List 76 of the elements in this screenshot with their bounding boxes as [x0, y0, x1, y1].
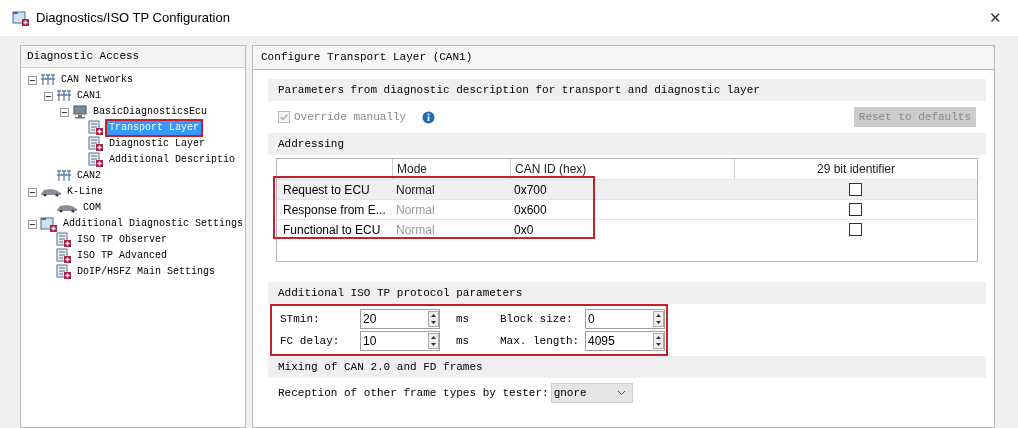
tree-item[interactable]: Diagnostic Layer	[107, 137, 207, 151]
document-icon	[56, 232, 72, 248]
network-icon	[56, 170, 72, 182]
panel-title: Configure Transport Layer (CAN1)	[253, 46, 994, 70]
computer-icon	[72, 105, 88, 119]
tree-item[interactable]: BasicDiagnosticsEcu	[91, 105, 210, 119]
spin-field[interactable]: 0	[585, 309, 665, 329]
field-label: FC delay:	[280, 333, 341, 349]
close-button[interactable]: ✕	[985, 6, 1006, 30]
spin-arrows-icon[interactable]	[653, 333, 664, 349]
tree-item[interactable]: COM	[81, 201, 103, 215]
checkbox[interactable]	[849, 203, 862, 216]
column-header: Mode	[396, 161, 429, 178]
tree-item[interactable]: DoIP/HSFZ Main Settings	[75, 265, 218, 279]
table-cell-text: 0x600	[513, 201, 548, 219]
column-header: CAN ID (hex)	[514, 161, 588, 178]
spin-field[interactable]: 4095	[585, 331, 665, 351]
table-cell-text: Normal	[395, 181, 436, 199]
tree-item[interactable]: Additional Descriptio	[107, 153, 238, 167]
unit-label: ms	[455, 311, 471, 327]
section-header: Addressing	[268, 133, 986, 155]
document-icon	[56, 248, 72, 264]
collapse-icon[interactable]	[44, 91, 53, 101]
tree-item[interactable]: ISO TP Observer	[75, 233, 169, 247]
document-icon	[88, 136, 104, 152]
tree-item[interactable]: Additional Diagnostic Settings	[61, 217, 246, 231]
unit-label: ms	[455, 333, 471, 349]
spin-field[interactable]: 10	[360, 331, 440, 351]
window-title: Diagnostics/ISO TP Configuration	[36, 9, 230, 28]
table-cell-text: Response from E...	[282, 201, 387, 219]
table-cell-text: 0x700	[513, 181, 548, 199]
spin-arrows-icon[interactable]	[428, 333, 439, 349]
folder-icon	[40, 216, 58, 232]
field-label: Max. length:	[500, 333, 581, 349]
dropdown[interactable]: gnore	[550, 383, 633, 403]
table-row[interactable]: Functional to ECU Normal 0x0	[277, 219, 977, 239]
table-cell-text: Normal	[395, 221, 436, 239]
column-header: 29 bit identifier	[815, 161, 896, 178]
spin-arrows-icon[interactable]	[653, 311, 664, 327]
field-label: STmin:	[280, 311, 321, 327]
section-header: Mixing of CAN 2.0 and FD frames	[268, 356, 986, 378]
network-icon	[40, 74, 56, 86]
table-row[interactable]: Request to ECU Normal 0x700	[277, 179, 977, 199]
collapse-icon[interactable]	[28, 187, 37, 197]
info-icon[interactable]	[422, 110, 436, 124]
spin-arrows-icon[interactable]	[428, 311, 439, 327]
tree-item[interactable]: CAN1	[75, 89, 103, 103]
table-cell-text: 0x0	[513, 221, 535, 239]
chevron-down-icon	[616, 390, 626, 396]
collapse-icon[interactable]	[28, 219, 37, 229]
document-icon	[56, 264, 72, 280]
document-icon	[88, 152, 104, 168]
collapse-icon[interactable]	[60, 107, 69, 117]
panel-title: Diagnostic Access	[21, 46, 245, 68]
folder-icon	[12, 10, 30, 26]
field-label: Block size:	[500, 311, 574, 327]
tree-item[interactable]: K-Line	[65, 185, 105, 199]
table-cell-text: Functional to ECU	[282, 221, 382, 239]
spin-field[interactable]: 20	[360, 309, 440, 329]
tree-item[interactable]: ISO TP Advanced	[75, 249, 169, 263]
section-header: Additional ISO TP protocol parameters	[268, 282, 986, 304]
table-cell-text: Normal	[395, 201, 436, 219]
field-label: Reception of other frame types by tester:	[278, 385, 549, 401]
checkbox-label: Override manually	[294, 109, 407, 125]
checkbox[interactable]	[849, 223, 862, 236]
tree-item[interactable]: CAN Networks	[59, 73, 135, 87]
table-row[interactable]: Response from E... Normal 0x600	[277, 199, 977, 219]
document-icon	[88, 120, 104, 136]
checkbox[interactable]	[849, 183, 862, 196]
table-cell-text: Request to ECU	[282, 181, 371, 199]
car-icon	[56, 203, 78, 213]
collapse-icon[interactable]	[28, 75, 37, 85]
section-header: Parameters from diagnostic description for transport and diagnostic layer	[268, 79, 986, 101]
car-icon	[40, 187, 62, 197]
tree-item[interactable]: CAN2	[75, 169, 103, 183]
network-icon	[56, 90, 72, 102]
